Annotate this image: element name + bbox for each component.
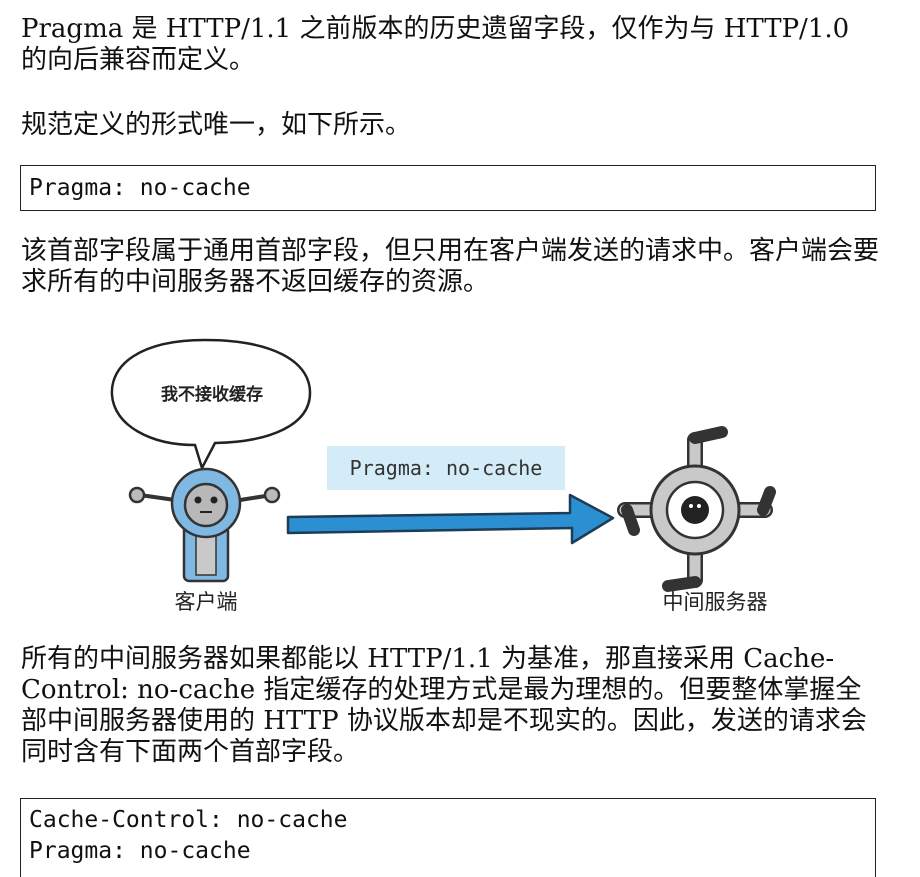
server-gear-icon: 中间服务器 — [617, 426, 776, 614]
paragraph-both-headers: 所有的中间服务器如果都能以 HTTP/1.1 为基准，那直接采用 Cache-C… — [21, 644, 867, 767]
pragma-illustration: 我不接收缓存 客户端 Pragma: no-cache 中间服务器 — [110, 338, 776, 614]
code-line: Pragma: no-cache — [29, 175, 251, 201]
paragraph-pragma-intro: Pragma 是 HTTP/1.1 之前版本的历史遗留字段，仅作为与 HTTP/… — [21, 14, 850, 75]
paragraph-format: 规范定义的形式唯一，如下所示。 — [21, 110, 412, 140]
client-label: 客户端 — [175, 590, 238, 614]
client-robot-icon: 客户端 — [128, 467, 281, 614]
code-line: Cache-Control: no-cache — [29, 807, 348, 833]
speech-bubble: 我不接收缓存 — [110, 338, 312, 472]
code-block-both-headers: Cache-Control: no-cache Pragma: no-cache — [20, 798, 876, 877]
server-label: 中间服务器 — [663, 590, 768, 614]
code-block-pragma: Pragma: no-cache — [20, 165, 876, 211]
paragraph-general-header: 该首部字段属于通用首部字段，但只用在客户端发送的请求中。客户端会要求所有的中间服… — [21, 236, 880, 297]
header-label-text: Pragma: no-cache — [350, 456, 543, 480]
code-line: Pragma: no-cache — [29, 838, 251, 864]
speech-bubble-text: 我不接收缓存 — [161, 384, 263, 405]
request-arrow-icon — [286, 493, 615, 545]
